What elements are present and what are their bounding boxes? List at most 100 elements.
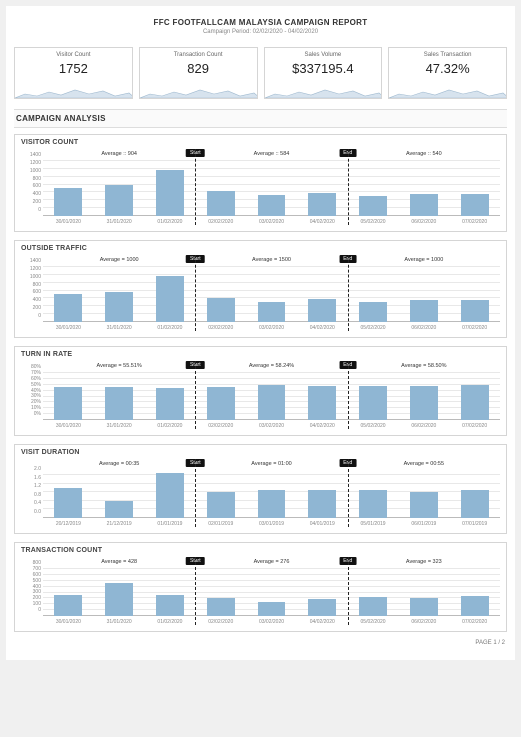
y-tick: 1.2 [21, 483, 41, 489]
bar [156, 170, 184, 216]
x-tick: 30/01/2020 [56, 619, 81, 625]
plot-area: 020040060080010001200140030/01/202031/01… [43, 161, 500, 225]
bar [258, 195, 286, 216]
y-tick: 2.0 [21, 466, 41, 472]
x-tick: 31/01/2020 [107, 219, 132, 225]
x-tick: 01/02/2020 [157, 619, 182, 625]
report-period: Campaign Period: 02/02/2020 - 04/02/2020 [14, 29, 507, 35]
y-tick: 800 [21, 282, 41, 288]
bar [207, 191, 235, 216]
chart-title: TRANSACTION COUNT [21, 547, 500, 554]
y-tick: 500 [21, 578, 41, 584]
divider-line [195, 361, 196, 429]
bar [461, 300, 489, 322]
x-tick: 31/01/2020 [107, 619, 132, 625]
kpi-card: Sales Volume$337195.4 [264, 47, 383, 99]
bar [461, 194, 489, 216]
y-tick: 0% [21, 411, 41, 417]
bar [308, 193, 336, 216]
x-tick: 03/01/2019 [259, 521, 284, 527]
chart-card: VISIT DURATIONAverage = 00:35Average = 0… [14, 444, 507, 534]
y-tick: 200 [21, 199, 41, 205]
y-tick: 0.4 [21, 500, 41, 506]
divider-line [195, 459, 196, 527]
x-tick: 31/01/2020 [107, 325, 132, 331]
x-tick: 31/01/2020 [107, 423, 132, 429]
y-tick: 200 [21, 595, 41, 601]
bar [308, 599, 336, 616]
kpi-label: Visitor Count [19, 52, 128, 58]
section-title: CAMPAIGN ANALYSIS [14, 109, 507, 128]
y-tick: 1400 [21, 152, 41, 158]
chart-title: TURN IN RATE [21, 351, 500, 358]
y-tick: 0.0 [21, 509, 41, 515]
band-average: Average = 00:35 [99, 461, 139, 467]
bar [308, 386, 336, 420]
bar [54, 188, 82, 216]
x-tick: 07/01/2019 [462, 521, 487, 527]
chart-card: OUTSIDE TRAFFICAverage = 1000Average = 1… [14, 240, 507, 338]
bar [359, 597, 387, 616]
y-tick: 0 [21, 607, 41, 613]
x-tick: 30/01/2020 [56, 219, 81, 225]
band-average: Average = 00:55 [404, 461, 444, 467]
bar [105, 185, 133, 216]
bar [461, 490, 489, 518]
x-tick: 02/02/2020 [208, 619, 233, 625]
chart-title: VISITOR COUNT [21, 139, 500, 146]
band-strip: Average = 00:35Average = 01:00Average = … [43, 459, 500, 471]
kpi-value: 47.32% [393, 61, 502, 76]
band-average: Average :: 584 [254, 151, 290, 157]
chart-card: TRANSACTION COUNT Average = 428 Average = … [14, 542, 507, 632]
page-footer: PAGE 1 / 2 [14, 640, 507, 646]
band-average: Average :: 540 [406, 151, 442, 157]
divider-line [195, 149, 196, 225]
x-tick: 01/02/2020 [157, 423, 182, 429]
plot-area: 0.00.40.81.21.62.020/12/201921/12/201901… [43, 471, 500, 527]
kpi-row: Visitor Count1752Transaction Count829Sal… [14, 47, 507, 99]
divider-line [348, 459, 349, 527]
bar [410, 492, 438, 518]
x-tick: 06/02/2020 [411, 325, 436, 331]
bar [54, 595, 82, 616]
chart-card: TURN IN RATEAverage = 55.51%Average = 58… [14, 346, 507, 436]
band-average: Average = 428 [101, 559, 137, 565]
y-tick: 50% [21, 382, 41, 388]
bar [105, 583, 133, 616]
report-page: FFC FOOTFALLCAM MALAYSIA CAMPAIGN REPORT… [6, 6, 515, 660]
divider-line [348, 361, 349, 429]
y-tick: 800 [21, 176, 41, 182]
x-tick: 01/02/2020 [157, 325, 182, 331]
charts-container: VISITOR COUNTAverage :: 904Average :: 58… [14, 134, 507, 632]
band-average: Average = 276 [254, 559, 290, 565]
bar [359, 302, 387, 322]
bar [54, 387, 82, 420]
divider-line [348, 557, 349, 625]
chart-card: VISITOR COUNTAverage :: 904Average :: 58… [14, 134, 507, 232]
chart-title: OUTSIDE TRAFFIC [21, 245, 500, 252]
y-tick: 0.8 [21, 492, 41, 498]
x-tick: 06/02/2020 [411, 219, 436, 225]
bar [410, 300, 438, 322]
bar [410, 598, 438, 616]
bar [461, 596, 489, 616]
x-tick: 01/01/2019 [157, 521, 182, 527]
band-average: Average = 323 [406, 559, 442, 565]
y-tick: 80% [21, 364, 41, 370]
y-tick: 600 [21, 289, 41, 295]
y-tick: 30% [21, 393, 41, 399]
x-tick: 05/01/2019 [361, 521, 386, 527]
bar [156, 595, 184, 616]
y-tick: 1200 [21, 160, 41, 166]
bar [207, 492, 235, 518]
kpi-card: Sales Transaction47.32% [388, 47, 507, 99]
divider-line [348, 149, 349, 225]
x-tick: 05/02/2020 [361, 219, 386, 225]
y-tick: 20% [21, 399, 41, 405]
y-tick: 400 [21, 191, 41, 197]
x-tick: 06/02/2020 [411, 423, 436, 429]
x-tick: 07/02/2020 [462, 423, 487, 429]
y-tick: 400 [21, 584, 41, 590]
x-tick: 03/02/2020 [259, 325, 284, 331]
kpi-card: Transaction Count829 [139, 47, 258, 99]
